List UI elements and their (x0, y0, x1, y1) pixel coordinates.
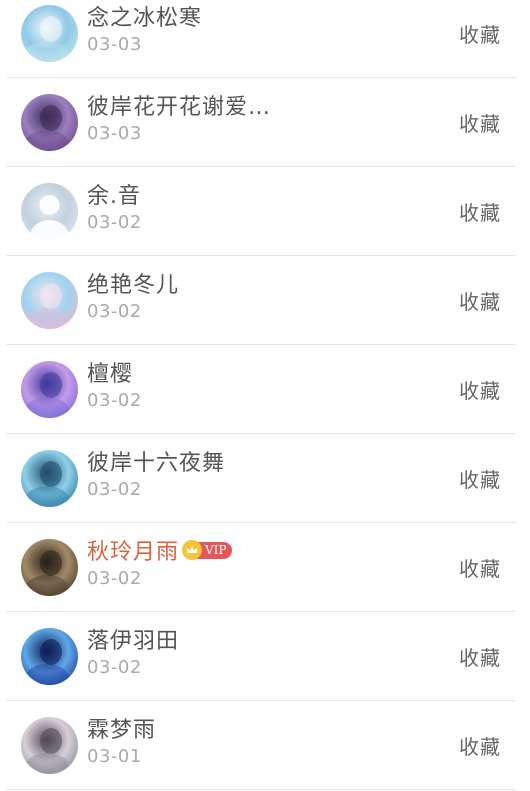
collect-button[interactable]: 收藏 (459, 553, 501, 582)
favorites-list: 念之冰松寒 03-03 收藏 彼岸花开花谢爱… 03-03 收藏 余.音 03-02 收藏 绝艳冬… (0, 0, 530, 791)
list-item[interactable]: 落伊羽田 03-02 收藏 (0, 612, 530, 701)
avatar[interactable] (21, 450, 78, 507)
collect-button[interactable]: 收藏 (459, 464, 501, 493)
date-label: 03-02 (87, 301, 142, 322)
name-line: 彼岸花开花谢爱… (87, 90, 271, 120)
user-name[interactable]: 檀樱 (87, 356, 133, 388)
collect-button[interactable]: 收藏 (459, 19, 501, 48)
list-item[interactable]: 秋玲月雨 VIP 03-02 收藏 (0, 523, 530, 612)
list-item[interactable]: 绝艳冬儿 03-02 收藏 (0, 256, 530, 345)
avatar[interactable] (21, 183, 78, 240)
vip-badge: VIP (182, 540, 232, 560)
user-name[interactable]: 彼岸花开花谢爱… (87, 89, 271, 121)
collect-button[interactable]: 收藏 (459, 375, 501, 404)
user-name[interactable]: 余.音 (87, 178, 141, 210)
divider (6, 789, 516, 790)
date-label: 03-01 (87, 746, 142, 767)
date-label: 03-02 (87, 657, 142, 678)
date-label: 03-03 (87, 34, 142, 55)
date-label: 03-02 (87, 212, 142, 233)
name-line: 霖梦雨 (87, 713, 156, 743)
list-item[interactable]: 余.音 03-02 收藏 (0, 167, 530, 256)
list-item[interactable]: 彼岸十六夜舞 03-02 收藏 (0, 434, 530, 523)
date-label: 03-02 (87, 479, 142, 500)
name-line: 念之冰松寒 (87, 1, 202, 31)
avatar[interactable] (21, 717, 78, 774)
collect-button[interactable]: 收藏 (459, 731, 501, 760)
collect-button[interactable]: 收藏 (459, 197, 501, 226)
name-line: 余.音 (87, 179, 141, 209)
list-item[interactable]: 檀樱 03-02 收藏 (0, 345, 530, 434)
user-name[interactable]: 秋玲月雨 (87, 534, 179, 566)
user-name[interactable]: 落伊羽田 (87, 623, 179, 655)
crown-icon (182, 540, 203, 560)
collect-button[interactable]: 收藏 (459, 108, 501, 137)
avatar[interactable] (21, 5, 78, 62)
user-name[interactable]: 念之冰松寒 (87, 0, 202, 32)
list-item[interactable]: 念之冰松寒 03-03 收藏 (0, 0, 530, 78)
avatar[interactable] (21, 361, 78, 418)
name-line: 彼岸十六夜舞 (87, 446, 225, 476)
user-name[interactable]: 绝艳冬儿 (87, 267, 179, 299)
date-label: 03-02 (87, 390, 142, 411)
list-item[interactable]: 彼岸花开花谢爱… 03-03 收藏 (0, 78, 530, 167)
user-name[interactable]: 彼岸十六夜舞 (87, 445, 225, 477)
avatar[interactable] (21, 94, 78, 151)
name-line: 落伊羽田 (87, 624, 179, 654)
list-item[interactable]: 霖梦雨 03-01 收藏 (0, 701, 530, 790)
date-label: 03-03 (87, 123, 142, 144)
avatar[interactable] (21, 272, 78, 329)
user-name[interactable]: 霖梦雨 (87, 712, 156, 744)
collect-button[interactable]: 收藏 (459, 286, 501, 315)
avatar[interactable] (21, 628, 78, 685)
name-line: 秋玲月雨 VIP (87, 535, 232, 565)
date-label: 03-02 (87, 568, 142, 589)
avatar[interactable] (21, 539, 78, 596)
collect-button[interactable]: 收藏 (459, 642, 501, 671)
name-line: 绝艳冬儿 (87, 268, 179, 298)
name-line: 檀樱 (87, 357, 133, 387)
